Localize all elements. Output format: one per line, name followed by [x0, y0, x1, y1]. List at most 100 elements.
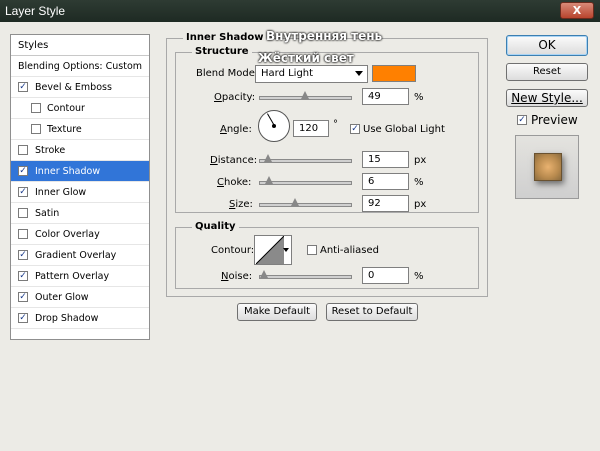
- style-checkbox[interactable]: [18, 145, 28, 155]
- styles-list-item[interactable]: Texture: [11, 119, 149, 140]
- style-item-label: Contour: [47, 103, 85, 114]
- style-checkbox[interactable]: ✓: [18, 250, 28, 260]
- contour-linear-icon: [256, 236, 284, 264]
- distance-unit: px: [414, 155, 427, 166]
- choke-input[interactable]: 6: [362, 173, 409, 190]
- choke-slider[interactable]: [259, 176, 352, 185]
- choke-label: Choke:: [217, 177, 252, 188]
- angle-label-text: ngle:: [226, 124, 252, 135]
- inner-shadow-group: Inner Shadow Structure Blend Mode: Hard …: [166, 32, 488, 297]
- angle-dial-center: [272, 124, 276, 128]
- style-item-label: Satin: [35, 208, 60, 219]
- style-item-label: Gradient Overlay: [35, 250, 117, 261]
- styles-list-item[interactable]: ✓ Bevel & Emboss: [11, 77, 149, 98]
- styles-list-item[interactable]: ✓ Gradient Overlay: [11, 245, 149, 266]
- choke-slider-thumb[interactable]: [265, 176, 274, 186]
- style-checkbox[interactable]: [31, 103, 41, 113]
- distance-label: Distance:: [210, 155, 258, 166]
- styles-list-item[interactable]: ✓ Pattern Overlay: [11, 266, 149, 287]
- blend-mode-select[interactable]: Hard Light: [255, 65, 368, 83]
- angle-dial[interactable]: [258, 110, 290, 142]
- style-checkbox[interactable]: [18, 229, 28, 239]
- structure-group: Structure Blend Mode: Hard Light Opacity…: [175, 46, 479, 213]
- styles-list-item[interactable]: Blending Options: Custom: [11, 56, 149, 77]
- use-global-light-checkbox[interactable]: ✓: [350, 124, 360, 134]
- shadow-color-swatch[interactable]: [372, 65, 416, 82]
- style-item-label: Texture: [47, 124, 82, 135]
- style-checkbox[interactable]: ✓: [18, 271, 28, 281]
- contour-picker[interactable]: [254, 235, 292, 265]
- style-checkbox[interactable]: ✓: [18, 313, 28, 323]
- opacity-slider-thumb[interactable]: [301, 91, 310, 101]
- distance-input[interactable]: 15: [362, 151, 409, 168]
- opacity-input[interactable]: 49: [362, 88, 409, 105]
- quality-title: Quality: [192, 221, 239, 232]
- styles-list-item[interactable]: ✓ Inner Glow: [11, 182, 149, 203]
- opacity-label-text: pacity:: [221, 92, 256, 103]
- style-checkbox[interactable]: [31, 124, 41, 134]
- styles-list-item[interactable]: ✓ Inner Shadow: [11, 161, 149, 182]
- chevron-down-icon: [355, 71, 363, 76]
- style-checkbox[interactable]: ✓: [18, 187, 28, 197]
- style-item-label: Blending Options: Custom: [18, 61, 143, 72]
- title-bar: Layer Style X: [0, 0, 600, 22]
- style-item-label: Drop Shadow: [35, 313, 99, 324]
- blend-mode-label: Blend Mode:: [196, 68, 259, 79]
- style-checkbox[interactable]: ✓: [18, 292, 28, 302]
- styles-list-item[interactable]: Satin: [11, 203, 149, 224]
- style-item-label: Outer Glow: [35, 292, 89, 303]
- chevron-down-icon: [283, 248, 289, 252]
- anti-aliased-label[interactable]: Anti-aliased: [320, 245, 379, 256]
- style-preview: [515, 135, 579, 199]
- style-item-label: Inner Glow: [35, 187, 87, 198]
- styles-list-item[interactable]: Contour: [11, 98, 149, 119]
- styles-list-item[interactable]: ✓ Drop Shadow: [11, 308, 149, 329]
- styles-list-item[interactable]: Color Overlay: [11, 224, 149, 245]
- styles-list-item[interactable]: Stroke: [11, 140, 149, 161]
- noise-unit: %: [414, 271, 424, 282]
- angle-input[interactable]: 120: [293, 120, 329, 137]
- layer-style-dialog: Styles Blending Options: Custom ✓ Bevel & …: [0, 22, 600, 451]
- quality-group: Quality Contour: Anti-aliased Noise: 0 %: [175, 221, 479, 289]
- make-default-button[interactable]: Make Default: [237, 303, 317, 321]
- preview-checkbox[interactable]: ✓: [517, 115, 527, 125]
- size-slider[interactable]: [259, 198, 352, 207]
- distance-label-text: istance:: [217, 155, 258, 166]
- style-checkbox[interactable]: [18, 208, 28, 218]
- use-global-light-label[interactable]: Use Global Light: [363, 124, 445, 135]
- window-title: Layer Style: [5, 4, 66, 18]
- reset-to-default-button[interactable]: Reset to Default: [326, 303, 418, 321]
- choke-label-text: hoke:: [223, 177, 252, 188]
- close-button[interactable]: X: [560, 2, 594, 19]
- angle-label: Angle:: [220, 124, 252, 135]
- style-item-label: Bevel & Emboss: [35, 82, 112, 93]
- preview-label[interactable]: Preview: [531, 113, 578, 127]
- style-checkbox[interactable]: ✓: [18, 82, 28, 92]
- noise-label: Noise:: [221, 271, 253, 282]
- size-slider-thumb[interactable]: [291, 198, 300, 208]
- blend-mode-value: Hard Light: [261, 68, 314, 79]
- opacity-unit: %: [414, 92, 424, 103]
- distance-slider[interactable]: [259, 154, 352, 163]
- styles-list-item[interactable]: ✓ Outer Glow: [11, 287, 149, 308]
- opacity-slider[interactable]: [259, 91, 352, 100]
- noise-slider[interactable]: [259, 270, 352, 279]
- distance-slider-thumb[interactable]: [264, 154, 273, 164]
- reset-button[interactable]: Reset: [506, 63, 588, 81]
- size-label: Size:: [229, 199, 253, 210]
- ok-button[interactable]: OK: [506, 35, 588, 56]
- styles-header[interactable]: Styles: [11, 35, 149, 56]
- contour-label: Contour:: [211, 245, 255, 256]
- size-input[interactable]: 92: [362, 195, 409, 212]
- style-item-label: Pattern Overlay: [35, 271, 110, 282]
- size-label-text: ize:: [235, 199, 253, 210]
- preview-thumbnail: [534, 153, 562, 181]
- anti-aliased-checkbox[interactable]: [307, 245, 317, 255]
- noise-label-text: oise:: [228, 271, 253, 282]
- new-style-button[interactable]: New Style...: [506, 89, 588, 107]
- russian-heading-overlay: Внутренняя тень: [266, 29, 383, 43]
- choke-unit: %: [414, 177, 424, 188]
- noise-slider-thumb[interactable]: [260, 270, 269, 280]
- noise-input[interactable]: 0: [362, 267, 409, 284]
- style-checkbox[interactable]: ✓: [18, 166, 28, 176]
